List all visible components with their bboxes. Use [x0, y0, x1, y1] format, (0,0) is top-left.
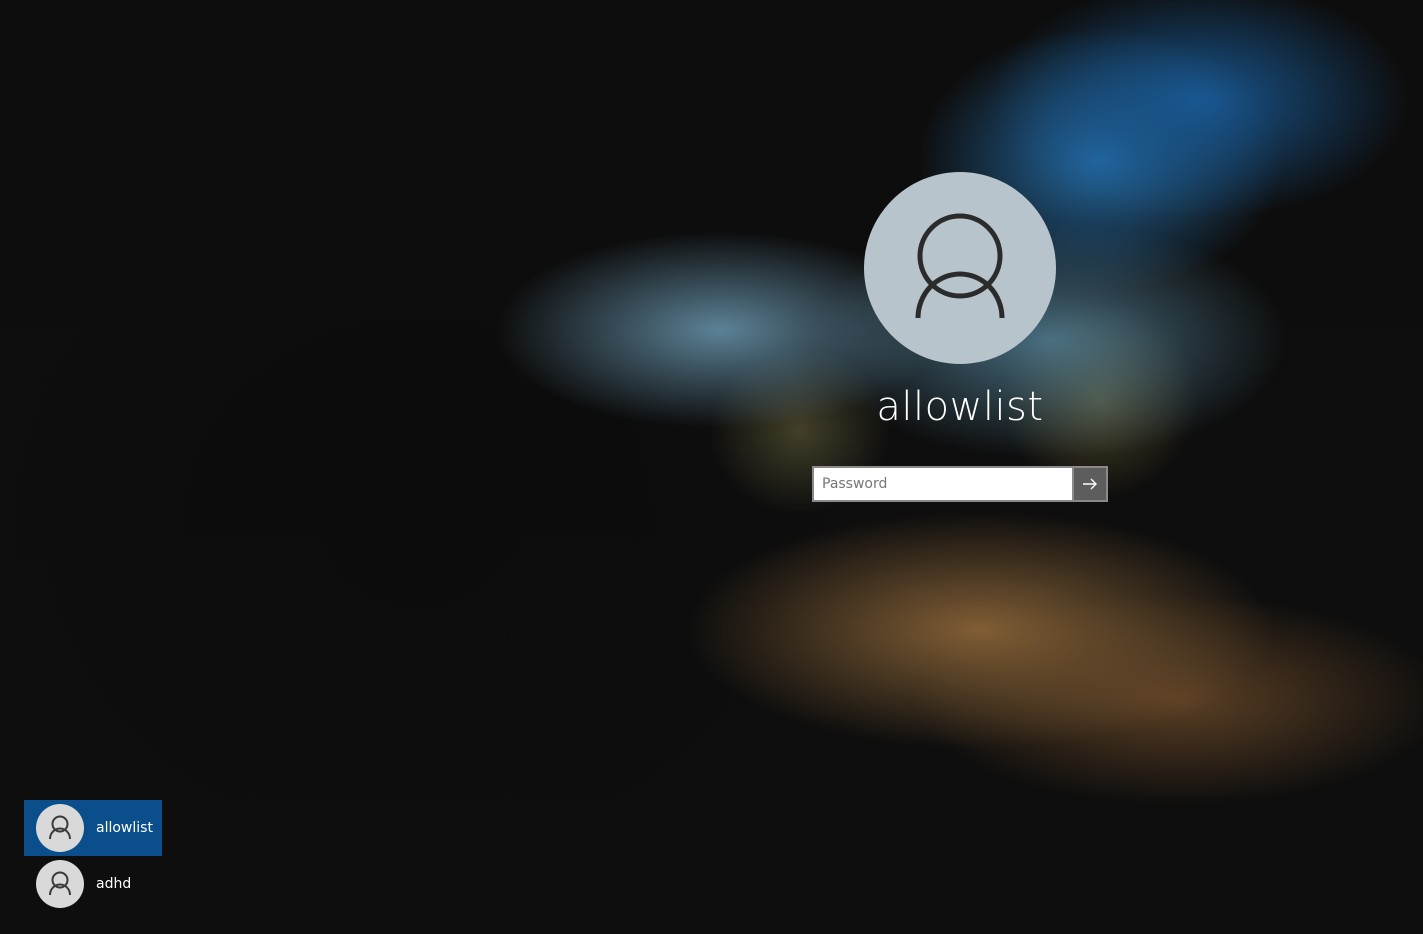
user-name: adhd	[96, 876, 132, 892]
lock-screen: allowlist allowlist adhd	[0, 0, 1423, 934]
current-username: allowlist	[876, 384, 1044, 430]
password-input[interactable]	[812, 466, 1074, 502]
user-item-adhd[interactable]: adhd	[24, 856, 162, 912]
user-icon	[49, 815, 71, 840]
user-avatar-small	[36, 860, 84, 908]
submit-button[interactable]	[1074, 466, 1108, 502]
password-row	[812, 466, 1108, 502]
user-switcher-list: allowlist adhd	[24, 800, 162, 912]
user-icon	[49, 871, 71, 896]
user-avatar-small	[36, 804, 84, 852]
arrow-right-icon	[1083, 478, 1097, 490]
user-icon	[915, 213, 1005, 319]
user-avatar-large	[864, 172, 1056, 364]
user-item-allowlist[interactable]: allowlist	[24, 800, 162, 856]
user-name: allowlist	[96, 820, 153, 836]
blurred-wallpaper	[0, 0, 1423, 934]
